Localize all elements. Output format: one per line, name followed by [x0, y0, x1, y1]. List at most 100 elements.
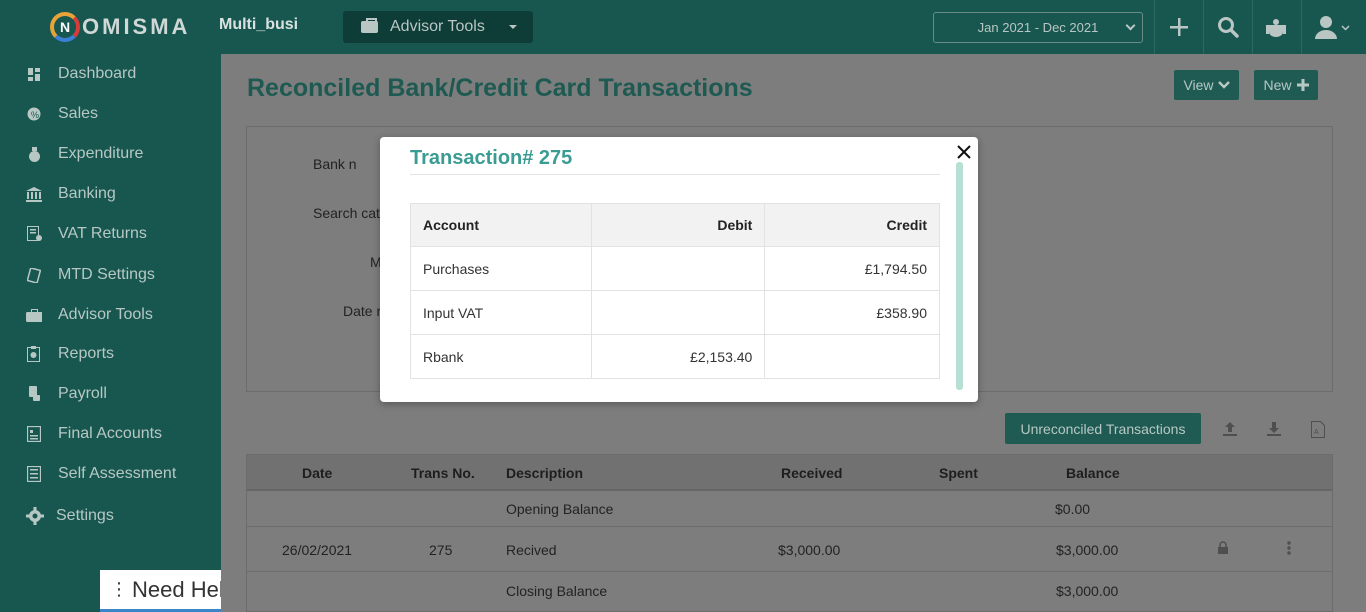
new-label: New — [1263, 77, 1292, 93]
svg-text:A: A — [1314, 429, 1319, 436]
upload-icon[interactable] — [1221, 420, 1239, 438]
col-debit: Debit — [590, 203, 766, 247]
col-credit: Credit — [764, 203, 940, 247]
sidebar-item-label: Final Accounts — [58, 425, 163, 442]
sidebar-item-label: Reports — [58, 345, 115, 362]
col-account: Account — [410, 203, 592, 247]
bank-name-label: Bank n — [313, 156, 357, 172]
cell-trans-no: 275 — [429, 542, 453, 558]
date-range-value: Jan 2021 - Dec 2021 — [977, 20, 1099, 35]
table-row: Input VAT £358.90 — [410, 290, 940, 335]
view-button[interactable]: View — [1174, 70, 1239, 100]
view-label: View — [1183, 77, 1214, 93]
cell-account: Rbank — [410, 334, 592, 379]
date-range-select[interactable]: Jan 2021 - Dec 2021 — [933, 12, 1143, 43]
cell-balance: $0.00 — [1055, 501, 1091, 517]
sidebar-item-label: Self Assessment — [58, 465, 177, 482]
col-received[interactable]: Received — [781, 465, 842, 481]
sidebar-item-label: MTD Settings — [58, 266, 155, 283]
briefcase-icon — [26, 307, 42, 323]
crest-icon[interactable] — [1261, 12, 1291, 42]
self-assessment-icon — [26, 466, 42, 482]
divider — [1252, 0, 1253, 54]
cell-description: Opening Balance — [506, 501, 614, 517]
sidebar-item-vat-returns[interactable]: VAT Returns — [26, 222, 147, 246]
sidebar-item-advisor-tools[interactable]: Advisor Tools — [26, 303, 153, 327]
cell-balance: $3,000.00 — [1056, 583, 1119, 599]
table-header: Date Trans No. Description Received Spen… — [247, 455, 1332, 491]
user-icon — [1315, 16, 1350, 39]
sidebar-item-reports[interactable]: Reports — [26, 342, 114, 366]
cell-credit — [764, 334, 940, 379]
unreconciled-transactions-button[interactable]: Unreconciled Transactions — [1005, 413, 1201, 444]
vat-icon — [26, 226, 42, 242]
table-row: Rbank £2,153.40 — [410, 334, 940, 379]
sidebar-item-label: Sales — [58, 105, 99, 122]
cell-debit: £2,153.40 — [590, 334, 766, 379]
sidebar-item-self-assessment[interactable]: Self Assessment — [26, 462, 176, 486]
logo-mark: N — [50, 12, 80, 42]
sidebar-item-banking[interactable]: Banking — [26, 182, 116, 206]
sidebar-item-dashboard[interactable]: Dashboard — [26, 62, 136, 86]
lock-icon[interactable] — [1217, 541, 1229, 557]
cell-account: Purchases — [410, 246, 592, 291]
cell-credit: £358.90 — [764, 290, 940, 335]
advisor-tools-button[interactable]: Advisor Tools — [343, 11, 533, 43]
logo[interactable]: N OMISMA — [50, 10, 190, 44]
sidebar-item-label: Expenditure — [58, 145, 144, 162]
user-menu[interactable] — [1310, 12, 1354, 42]
chevron-down-icon — [1125, 20, 1136, 31]
money-bag-icon — [26, 146, 42, 162]
col-balance[interactable]: Balance — [1066, 465, 1120, 481]
close-icon[interactable] — [955, 142, 973, 162]
modal-scrollbar[interactable] — [956, 162, 963, 390]
briefcase-icon — [361, 18, 378, 33]
plus-icon — [1296, 79, 1309, 91]
bank-icon — [26, 186, 42, 202]
sidebar-item-label: Payroll — [58, 385, 107, 402]
col-trans-no[interactable]: Trans No. — [411, 465, 475, 481]
cell-account: Input VAT — [410, 290, 592, 335]
transaction-modal: Transaction# 275 Account Debit Credit Pu… — [380, 137, 978, 402]
col-spent[interactable]: Spent — [939, 465, 978, 481]
gear-icon — [26, 507, 44, 525]
modal-title: Transaction# 275 — [410, 147, 573, 169]
sidebar-item-label: Advisor Tools — [58, 306, 153, 323]
dashboard-icon — [26, 66, 42, 82]
sidebar-item-payroll[interactable]: Payroll — [26, 382, 107, 406]
top-bar: N OMISMA Multi_busi Advisor Tools Jan 20… — [0, 0, 1366, 54]
company-name: Multi_busi — [219, 16, 299, 33]
page-title: Reconciled Bank/Credit Card Transactions — [247, 74, 753, 102]
reports-icon — [26, 346, 42, 362]
pdf-icon[interactable]: A — [1309, 420, 1327, 438]
journal-table: Account Debit Credit Purchases £1,794.50… — [410, 203, 940, 379]
sidebar-item-settings[interactable]: Settings — [26, 504, 114, 528]
plus-icon[interactable] — [1164, 12, 1194, 42]
divider — [1154, 0, 1155, 54]
drag-handle-icon[interactable]: ⋮ — [110, 579, 128, 600]
divider — [410, 174, 940, 175]
cell-credit: £1,794.50 — [764, 246, 940, 291]
col-description[interactable]: Description — [506, 465, 583, 481]
sales-icon: % — [26, 106, 42, 122]
payroll-icon — [26, 386, 42, 402]
col-date[interactable]: Date — [302, 465, 332, 481]
table-header-row: Account Debit Credit — [410, 203, 940, 247]
sidebar-item-mtd-settings[interactable]: MTD Settings — [26, 263, 155, 287]
sidebar-item-expenditure[interactable]: Expenditure — [26, 142, 143, 166]
new-button[interactable]: New — [1254, 70, 1318, 100]
chevron-down-icon — [1217, 81, 1230, 89]
sidebar-item-label: Banking — [58, 185, 116, 202]
final-accounts-icon — [26, 426, 42, 442]
row-divider — [247, 526, 1332, 527]
logo-text: OMISMA — [82, 14, 191, 39]
download-icon[interactable] — [1265, 420, 1283, 438]
cell-received: $3,000.00 — [778, 542, 841, 558]
cell-date: 26/02/2021 — [282, 542, 353, 558]
more-options-icon[interactable] — [1287, 541, 1291, 558]
sidebar-item-final-accounts[interactable]: Final Accounts — [26, 422, 162, 446]
caret-down-icon — [509, 25, 517, 29]
sidebar-item-sales[interactable]: % Sales — [26, 102, 98, 126]
cell-description: Closing Balance — [506, 583, 608, 599]
search-icon[interactable] — [1213, 12, 1243, 42]
